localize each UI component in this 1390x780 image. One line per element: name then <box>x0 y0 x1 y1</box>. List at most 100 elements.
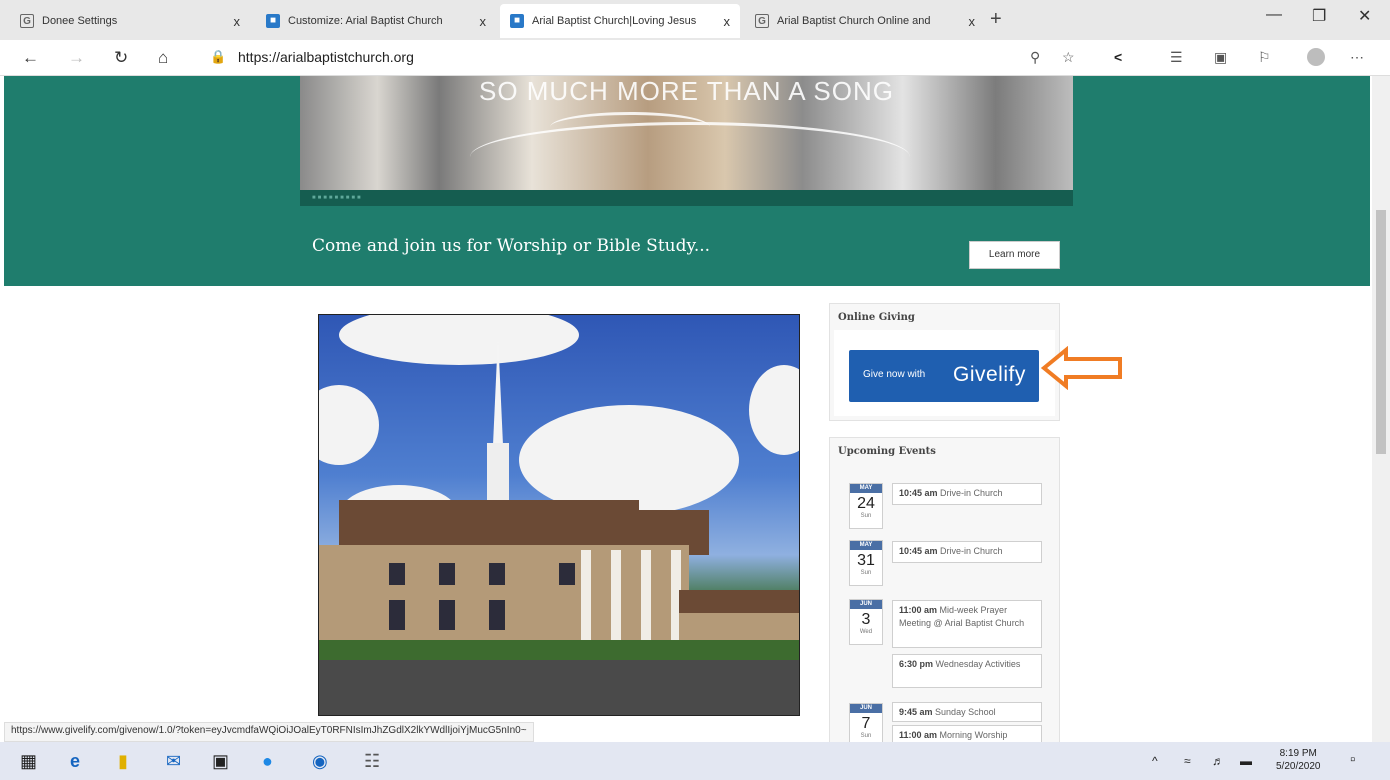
start-icon[interactable]: ▦ <box>20 751 37 772</box>
forward-icon[interactable]: → <box>68 48 85 68</box>
system-clock[interactable]: 8:19 PM 5/20/2020 <box>1276 747 1321 773</box>
clock-date: 5/20/2020 <box>1276 761 1321 772</box>
event-month: JUN <box>850 600 882 609</box>
event-date: JUN 3 Wed <box>849 599 883 645</box>
tab-arial-baptist-online[interactable]: G Arial Baptist Church Online and x <box>745 4 985 38</box>
feedback-icon[interactable]: ⚐ <box>1258 49 1271 66</box>
upcoming-events-title: Upcoming Events <box>838 446 936 457</box>
status-link-preview: https://www.givelify.com/givenow/1.0/?to… <box>4 722 534 742</box>
event-day: 3 <box>861 611 871 628</box>
home-icon[interactable]: ⌂ <box>158 48 168 68</box>
tab-title: Customize: Arial Baptist Church <box>288 15 443 27</box>
minimize-icon[interactable]: — <box>1266 6 1282 24</box>
notifications-icon[interactable]: ▫ <box>1350 751 1355 768</box>
event-title: Drive-in Church <box>940 546 1003 556</box>
event-item[interactable]: 10:45 am Drive-in Church <box>892 541 1042 563</box>
learn-more-button[interactable]: Learn more <box>969 241 1060 269</box>
banner-arc <box>470 122 910 190</box>
online-giving-title: Online Giving <box>838 312 915 323</box>
store-icon[interactable]: ▣ <box>212 751 229 772</box>
event-item[interactable]: 9:45 am Sunday School <box>892 702 1042 722</box>
site-icon: ■ <box>510 14 524 28</box>
event-day: 24 <box>857 495 875 512</box>
back-icon[interactable]: ← <box>22 48 39 68</box>
event-time: 11:00 am <box>899 730 938 740</box>
givelify-logo: Givelify <box>953 363 1026 386</box>
profile-avatar[interactable] <box>1307 48 1325 66</box>
event-month: MAY <box>850 541 882 550</box>
new-tab-button[interactable]: + <box>990 8 1002 31</box>
banner-slide-image: SO MUCH MORE THAN A SONG <box>300 76 1073 190</box>
event-title: Wednesday Activities <box>935 659 1021 669</box>
event-time: 11:00 am <box>899 605 938 615</box>
battery-icon[interactable]: ▬ <box>1240 754 1252 768</box>
event-item[interactable]: 11:00 am Morning Worship <box>892 725 1042 742</box>
mail-icon[interactable]: ✉ <box>166 751 181 772</box>
church-photo <box>318 314 800 716</box>
chromium-icon[interactable]: ◉ <box>312 751 328 772</box>
hero-tagline: Come and join us for Worship or Bible St… <box>312 236 711 256</box>
clock-time: 8:19 PM <box>1279 748 1317 759</box>
event-time: 9:45 am <box>899 707 933 717</box>
zoom-icon[interactable]: ⚲ <box>1030 49 1040 66</box>
give-now-label: Give now with <box>863 369 926 380</box>
event-title: Sunday School <box>935 707 996 717</box>
windows-taskbar: ▦ e ▮ ✉ ▣ ● ◉ ☷ ^ ≈ ♬ ▬ 8:19 PM 5/20/202… <box>0 742 1390 780</box>
edge-new-icon[interactable]: ● <box>262 751 273 772</box>
google-icon: G <box>755 14 769 28</box>
tab-bar: G Donee Settings x ■ Customize: Arial Ba… <box>0 0 1390 40</box>
slider-controls[interactable]: ■■■■■■■■■ <box>300 190 1073 206</box>
page-viewport: SO MUCH MORE THAN A SONG ■■■■■■■■■ Come … <box>0 76 1390 742</box>
google-icon: G <box>20 14 34 28</box>
event-item[interactable]: 11:00 am Mid-week Prayer Meeting @ Arial… <box>892 600 1042 648</box>
close-tab-icon[interactable]: x <box>969 14 976 29</box>
more-menu-icon[interactable]: ⋯ <box>1350 49 1364 66</box>
share-icon[interactable]: < <box>1114 49 1122 65</box>
show-hidden-icons[interactable]: ^ <box>1152 754 1158 768</box>
event-weekday: Sun <box>860 570 872 576</box>
tab-title: Arial Baptist Church Online and <box>777 15 931 27</box>
refresh-icon[interactable]: ↻ <box>114 48 128 68</box>
event-month: MAY <box>850 484 882 493</box>
event-date: MAY 24 Sun <box>849 483 883 529</box>
slider-dots[interactable]: ■■■■■■■■■ <box>312 195 363 201</box>
favorite-star-icon[interactable]: ☆ <box>1062 49 1075 66</box>
network-app-icon[interactable]: ☷ <box>364 751 380 772</box>
event-title: Morning Worship <box>939 730 1008 740</box>
tab-title: Donee Settings <box>42 15 118 27</box>
event-weekday: Wed <box>859 629 873 635</box>
close-tab-icon[interactable]: x <box>724 14 731 29</box>
collections-icon[interactable]: ▣ <box>1214 49 1227 66</box>
address-bar: ← → ↻ ⌂ 🔒 https://arialbaptistchurch.org… <box>0 40 1390 76</box>
event-title: Drive-in Church <box>940 488 1003 498</box>
close-tab-icon[interactable]: x <box>234 14 241 29</box>
volume-muted-icon[interactable]: ♬ <box>1212 754 1224 768</box>
favorites-icon[interactable]: ☰ <box>1170 49 1183 66</box>
url-field[interactable]: https://arialbaptistchurch.org <box>238 49 414 65</box>
tab-title: Arial Baptist Church|Loving Jesus <box>532 15 697 27</box>
tab-donee-settings[interactable]: G Donee Settings x <box>10 4 250 38</box>
event-time: 10:45 am <box>899 546 938 556</box>
scrollbar-thumb[interactable] <box>1376 210 1386 454</box>
event-day: 31 <box>857 552 875 569</box>
lock-icon[interactable]: 🔒 <box>210 49 226 65</box>
wifi-icon[interactable]: ≈ <box>1184 754 1191 768</box>
tab-customize[interactable]: ■ Customize: Arial Baptist Church x <box>256 4 496 38</box>
event-date: MAY 31 Sun <box>849 540 883 586</box>
event-month: JUN <box>850 704 882 713</box>
event-item[interactable]: 10:45 am Drive-in Church <box>892 483 1042 505</box>
event-day: 7 <box>861 715 871 732</box>
site-icon: ■ <box>266 14 280 28</box>
arrow-annotation <box>1040 346 1122 390</box>
event-item[interactable]: 6:30 pm Wednesday Activities <box>892 654 1042 688</box>
banner-text: SO MUCH MORE THAN A SONG <box>478 76 894 106</box>
tab-arial-baptist-active[interactable]: ■ Arial Baptist Church|Loving Jesus x <box>500 4 740 38</box>
event-weekday: Sun <box>860 513 872 519</box>
close-tab-icon[interactable]: x <box>480 14 487 29</box>
file-explorer-icon[interactable]: ▮ <box>118 751 128 772</box>
close-window-icon[interactable]: ✕ <box>1358 6 1371 26</box>
restore-icon[interactable]: ❐ <box>1312 6 1326 26</box>
event-date: JUN 7 Sun <box>849 703 883 742</box>
edge-icon[interactable]: e <box>70 751 80 772</box>
give-now-givelify-button[interactable]: Give now with Givelify <box>849 350 1039 402</box>
